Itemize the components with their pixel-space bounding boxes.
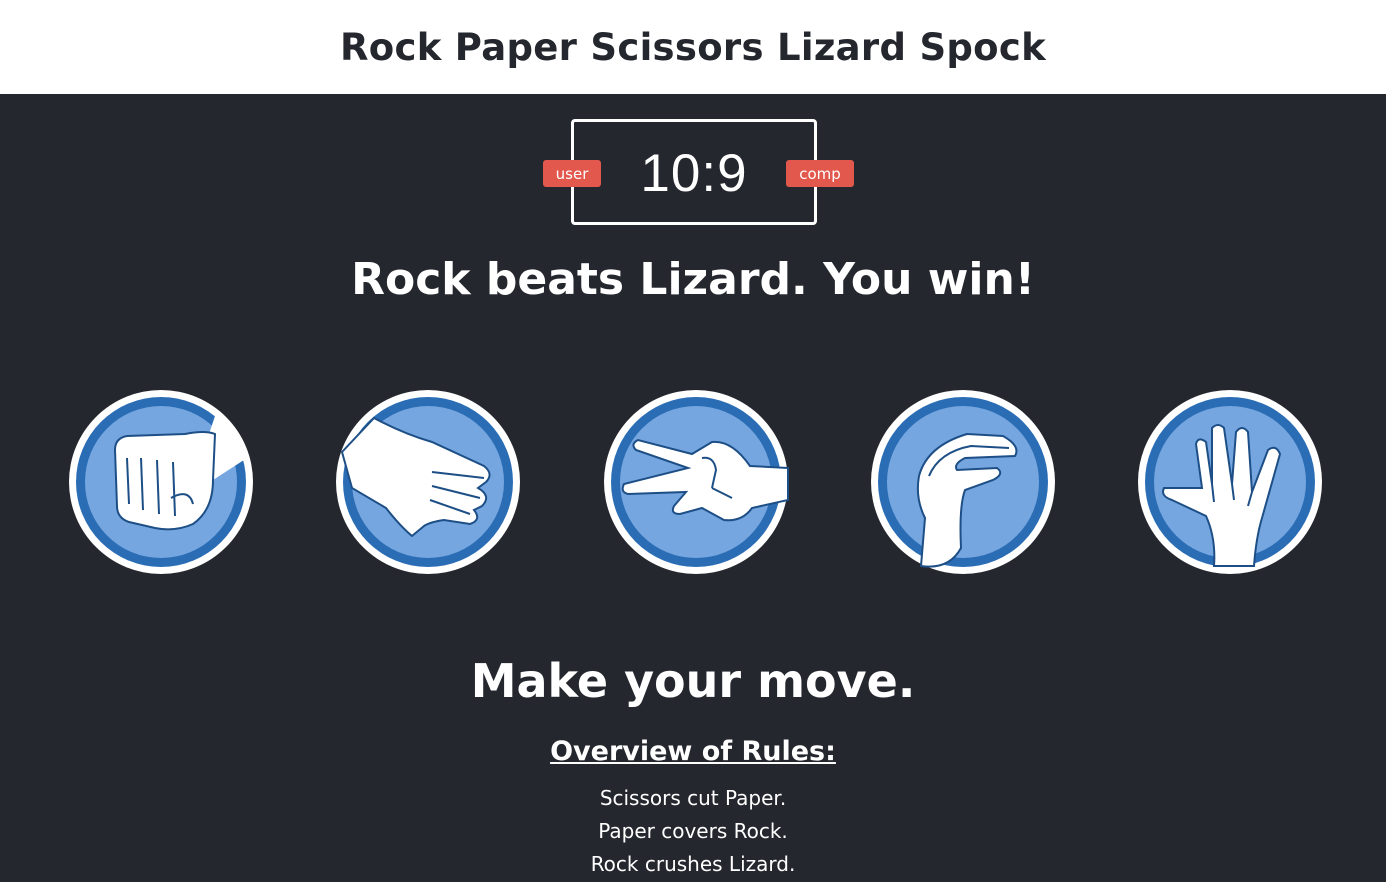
rules-title: Overview of Rules: [550,736,836,767]
spock-choice-button[interactable] [1136,388,1324,576]
comp-badge: comp [786,160,854,187]
scissors-choice-button[interactable] [602,388,790,576]
rules-list: Scissors cut Paper. Paper covers Rock. R… [0,784,1386,882]
lizard-hand-icon [871,390,1055,574]
result-message: Rock beats Lizard. You win! [351,254,1035,305]
paper-hand-icon [336,390,520,574]
rule-item: Rock crushes Lizard. [590,852,796,876]
user-badge: user [543,160,601,187]
page-title: Rock Paper Scissors Lizard Spock [339,25,1047,69]
game-area: 10:9 user comp Rock beats Lizard. You wi… [0,94,1386,882]
rock-fist-icon [69,390,253,574]
rule-item: Scissors cut Paper. [599,786,787,810]
rock-choice-button[interactable] [67,388,255,576]
paper-choice-button[interactable] [334,388,522,576]
rule-item: Paper covers Rock. [598,819,788,843]
lizard-choice-button[interactable] [869,388,1057,576]
spock-hand-icon [1138,390,1322,574]
prompt-message: Make your move. [470,654,916,708]
score-display: 10:9 [640,143,748,203]
scoreboard: 10:9 [571,119,817,225]
scissors-hand-icon [604,390,789,574]
header: Rock Paper Scissors Lizard Spock [0,0,1386,94]
